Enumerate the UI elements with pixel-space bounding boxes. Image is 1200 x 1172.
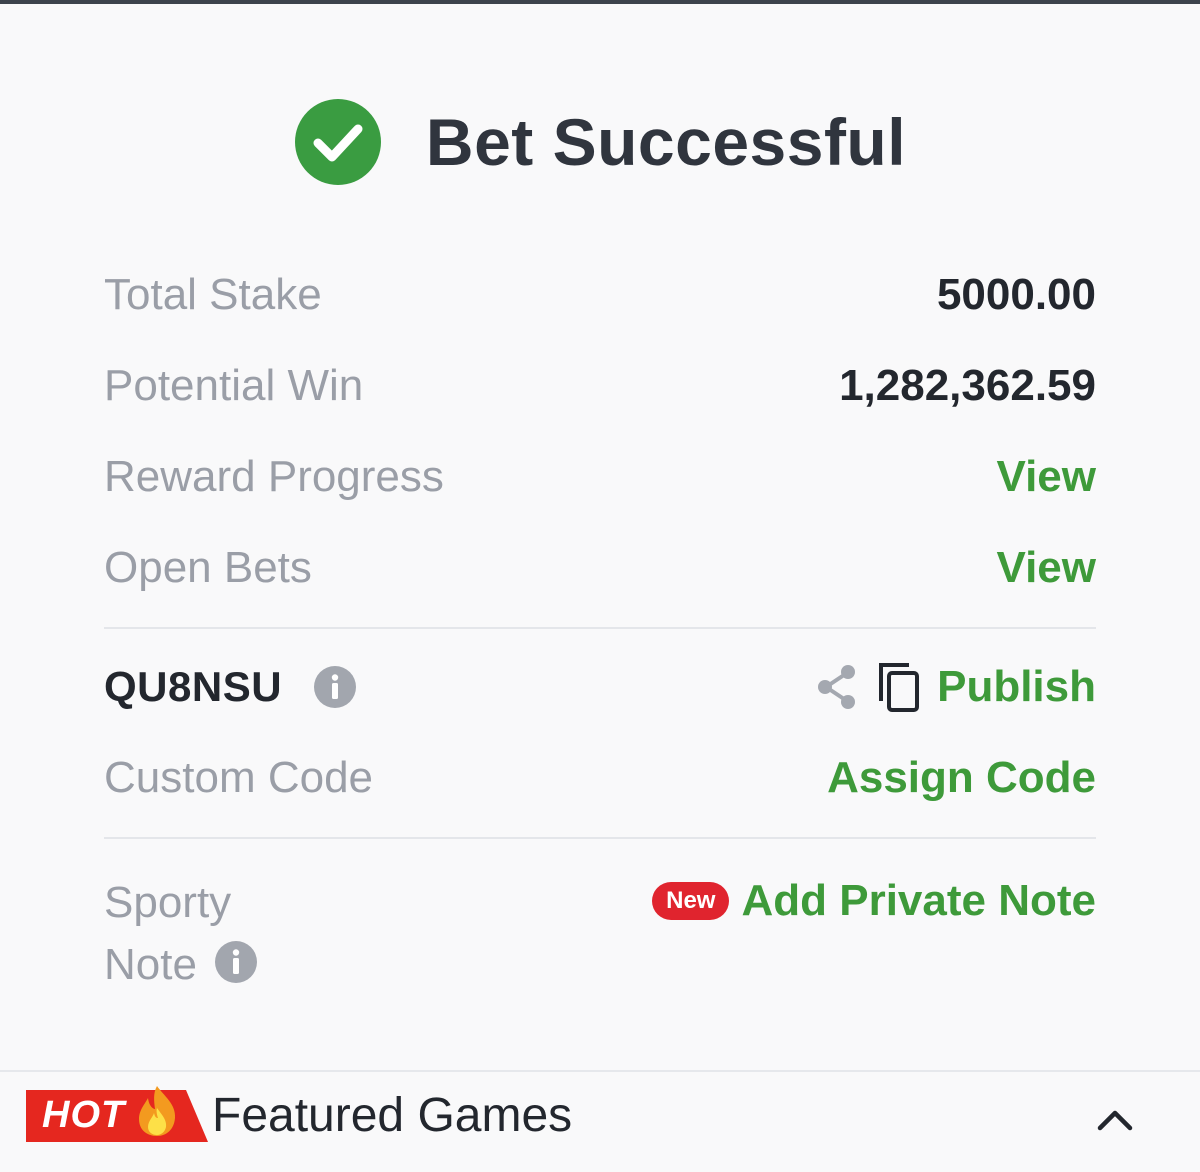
sporty-note-label: Sporty Note (104, 878, 232, 989)
info-icon[interactable] (214, 941, 257, 983)
custom-code-label: Custom Code (104, 753, 374, 802)
booking-code-group: QU8NSU (104, 663, 357, 711)
info-icon[interactable] (314, 666, 357, 708)
top-border (0, 0, 1200, 4)
chevron-up-icon[interactable] (1096, 1108, 1134, 1132)
featured-games-bar[interactable]: HOT Featured Games (0, 1072, 1200, 1172)
sporty-note-row: Sporty Note New Add Private Note (104, 872, 1096, 996)
open-bets-label: Open Bets (104, 543, 312, 592)
booking-code: QU8NSU (104, 663, 283, 710)
new-badge: New (652, 882, 730, 920)
reward-progress-row: Reward Progress View (104, 446, 1096, 508)
total-stake-value: 5000.00 (936, 270, 1096, 319)
copy-icon[interactable] (877, 661, 921, 713)
assign-code-link[interactable]: Assign Code (827, 753, 1096, 803)
booking-actions: Publish (815, 661, 1096, 713)
flame-icon (139, 1086, 176, 1136)
divider (104, 837, 1096, 839)
custom-code-row: Custom Code Assign Code (104, 747, 1096, 809)
booking-code-row: QU8NSU Publish (104, 656, 1096, 718)
reward-progress-label: Reward Progress (104, 452, 444, 501)
share-icon[interactable] (815, 663, 859, 711)
open-bets-row: Open Bets View (104, 537, 1096, 599)
reward-progress-view-link[interactable]: View (997, 452, 1096, 502)
success-header: Bet Successful (0, 96, 1200, 188)
check-circle-icon (294, 99, 381, 185)
add-note-group: New Add Private Note (652, 872, 1096, 930)
total-stake-row: Total Stake 5000.00 (104, 264, 1096, 326)
potential-win-row: Potential Win 1,282,362.59 (104, 355, 1096, 417)
sporty-note-label-group: Sporty Note (104, 872, 314, 996)
hot-badge-label: HOT (42, 1094, 126, 1136)
publish-link[interactable]: Publish (937, 662, 1096, 712)
total-stake-label: Total Stake (104, 270, 322, 319)
potential-win-label: Potential Win (104, 361, 364, 410)
add-private-note-link[interactable]: Add Private Note (741, 876, 1096, 926)
potential-win-value: 1,282,362.59 (839, 361, 1096, 410)
page-title: Bet Successful (425, 105, 907, 179)
divider (104, 627, 1096, 629)
featured-games-title: Featured Games (212, 1089, 573, 1142)
open-bets-view-link[interactable]: View (997, 543, 1096, 593)
